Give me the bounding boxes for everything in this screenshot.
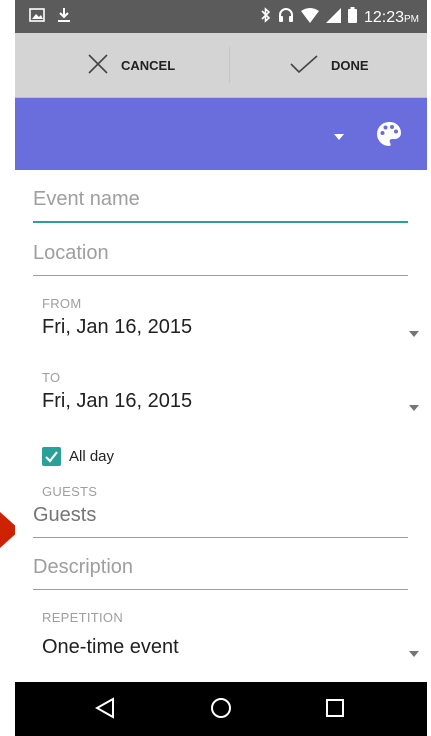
navigation-bar bbox=[15, 682, 427, 736]
recents-icon[interactable] bbox=[325, 697, 345, 724]
close-icon bbox=[87, 53, 109, 78]
repetition-label: REPETITION bbox=[42, 610, 124, 625]
done-button[interactable]: DONE bbox=[289, 33, 369, 97]
event-form: Event name Location FROM Fri, Jan 16, 20… bbox=[15, 170, 427, 682]
wifi-icon bbox=[300, 7, 319, 28]
cancel-button[interactable]: CANCEL bbox=[87, 33, 175, 97]
clock: 12:23PM bbox=[364, 9, 419, 27]
all-day-label: All day bbox=[69, 448, 115, 465]
status-bar: 12:23PM bbox=[15, 0, 427, 33]
from-dropdown-caret-icon[interactable] bbox=[409, 324, 419, 342]
all-day-checkbox[interactable]: All day bbox=[42, 447, 114, 466]
guests-label: GUESTS bbox=[42, 484, 98, 499]
location-placeholder: Location bbox=[33, 242, 109, 264]
headphones-icon bbox=[278, 7, 294, 28]
download-icon bbox=[57, 7, 71, 28]
description-placeholder: Description bbox=[33, 556, 134, 578]
image-icon bbox=[29, 8, 45, 27]
action-bar-divider bbox=[229, 47, 230, 83]
bluetooth-icon bbox=[261, 7, 271, 28]
action-bar: CANCEL DONE bbox=[15, 33, 427, 98]
guests-placeholder: Guests bbox=[33, 504, 97, 526]
screen: 12:23PM CANCEL DONE Event name Location … bbox=[0, 0, 431, 736]
back-icon[interactable] bbox=[94, 697, 115, 724]
battery-icon bbox=[347, 7, 357, 28]
from-date[interactable]: Fri, Jan 16, 2015 bbox=[42, 316, 192, 339]
event-name-input[interactable]: Event name bbox=[33, 188, 408, 223]
home-icon[interactable] bbox=[210, 697, 232, 724]
event-color-bar bbox=[15, 98, 427, 170]
clock-ampm: PM bbox=[404, 13, 419, 25]
event-name-placeholder: Event name bbox=[33, 188, 140, 210]
from-label: FROM bbox=[42, 296, 82, 311]
signal-icon bbox=[325, 7, 341, 28]
guests-input[interactable]: Guests bbox=[33, 504, 408, 538]
repetition-dropdown-caret-icon[interactable] bbox=[409, 644, 419, 662]
cancel-label: CANCEL bbox=[121, 57, 176, 73]
app-window: 12:23PM CANCEL DONE Event name Location … bbox=[15, 0, 427, 736]
check-icon bbox=[289, 54, 319, 77]
description-input[interactable]: Description bbox=[33, 556, 408, 590]
repetition-value[interactable]: One-time event bbox=[42, 636, 179, 659]
to-label: TO bbox=[42, 370, 61, 385]
checkbox-checked-icon bbox=[42, 447, 61, 466]
location-input[interactable]: Location bbox=[33, 242, 408, 276]
to-dropdown-caret-icon[interactable] bbox=[409, 398, 419, 416]
done-label: DONE bbox=[331, 57, 369, 73]
palette-icon[interactable] bbox=[375, 120, 403, 153]
clock-time: 12:23 bbox=[363, 8, 404, 26]
caret-down-icon[interactable] bbox=[333, 128, 345, 146]
to-date[interactable]: Fri, Jan 16, 2015 bbox=[42, 390, 192, 413]
